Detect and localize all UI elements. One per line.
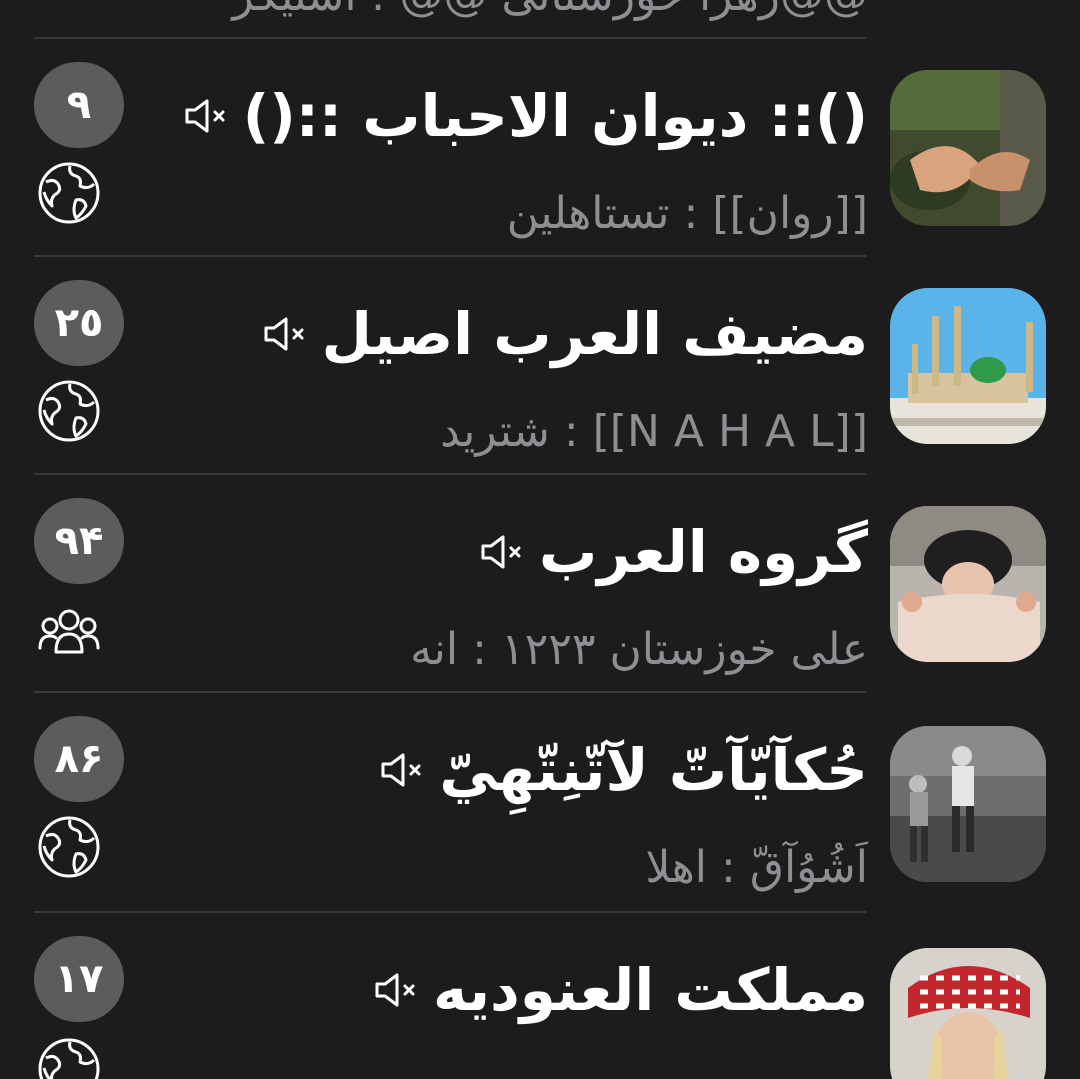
chat-title: مضيف العرب اصيل: [321, 300, 868, 368]
chat-preview-partial: @@زهرا خوزستانی @@ : استیکر: [232, 0, 868, 21]
unread-badge: ٩: [34, 62, 124, 148]
unread-badge: ٢٥: [34, 280, 124, 366]
chat-title: حُكآيّآتّ لآتّنِتّهِيّ: [439, 736, 868, 804]
globe-icon: [38, 162, 100, 224]
chat-preview-sender: [[N A H A L]]: [592, 406, 868, 457]
chat-title-row: حُكآيّآتّ لآتّنِتّهِيّ: [377, 736, 868, 804]
chat-row[interactable]: مملكت العنوديه ١٧: [0, 912, 1080, 1079]
unread-badge: ١٧: [34, 936, 124, 1022]
mute-icon: [185, 99, 225, 133]
chat-title: گروه العرب: [538, 518, 868, 586]
chat-list: @@زهرا خوزستانی @@ : استیکر ():: ديوان ا…: [0, 0, 1080, 1079]
mute-icon: [375, 973, 415, 1007]
chat-preview-sep: :: [707, 842, 736, 893]
mute-icon: [264, 317, 304, 351]
globe-icon: [38, 1038, 100, 1079]
chat-title-row: ():: ديوان الاحباب ::(): [181, 82, 868, 150]
chat-row[interactable]: ():: ديوان الاحباب ::() [[روان]] : تستاه…: [0, 38, 1080, 256]
chat-avatar[interactable]: [890, 288, 1046, 444]
chat-preview-sender: علی خوزستان ١٢٢٣: [500, 624, 868, 675]
chat-avatar[interactable]: [890, 948, 1046, 1079]
chat-title-row: گروه العرب: [477, 518, 868, 586]
chat-avatar[interactable]: [890, 70, 1046, 226]
chat-preview: علی خوزستان ١٢٢٣ : انه: [410, 624, 868, 675]
chat-row[interactable]: گروه العرب علی خوزستان ١٢٢٣ : انه ٩۴: [0, 474, 1080, 692]
chat-title-row: مضيف العرب اصيل: [260, 300, 868, 368]
chat-preview-message: اهلا: [645, 842, 707, 893]
chat-preview: [[N A H A L]] : شترید: [440, 406, 868, 457]
chat-avatar[interactable]: [890, 726, 1046, 882]
mute-icon: [481, 535, 521, 569]
chat-preview-sep: :: [458, 624, 487, 675]
unread-badge: ٩۴: [34, 498, 124, 584]
chat-preview-sender: [[روان]]: [712, 188, 868, 239]
chat-preview: اَشُوُآقّ : اهلا: [645, 842, 868, 893]
chat-title: مملكت العنوديه: [433, 956, 868, 1024]
chat-preview-sep: :: [549, 406, 579, 457]
chat-row[interactable]: مضيف العرب اصيل [[N A H A L]] : شترید ٢٥: [0, 256, 1080, 474]
chat-preview-sep: :: [669, 188, 699, 239]
mute-icon: [381, 753, 421, 787]
group-icon: [38, 609, 100, 654]
chat-preview-message: شترید: [440, 406, 550, 457]
chat-preview-message: تستاهلین: [506, 188, 670, 239]
globe-icon: [38, 816, 100, 878]
chat-preview: [[روان]] : تستاهلین: [507, 188, 868, 239]
chat-title: ():: ديوان الاحباب ::(): [242, 82, 868, 150]
globe-icon: [38, 380, 100, 442]
chat-preview-sender: اَشُوُآقّ: [749, 842, 868, 893]
chat-row[interactable]: حُكآيّآتّ لآتّنِتّهِيّ اَشُوُآقّ : اهلا …: [0, 692, 1080, 910]
unread-badge: ٨۶: [34, 716, 124, 802]
chat-title-row: مملكت العنوديه: [371, 956, 868, 1024]
chat-avatar[interactable]: [890, 506, 1046, 662]
chat-preview-message: انه: [410, 624, 459, 675]
